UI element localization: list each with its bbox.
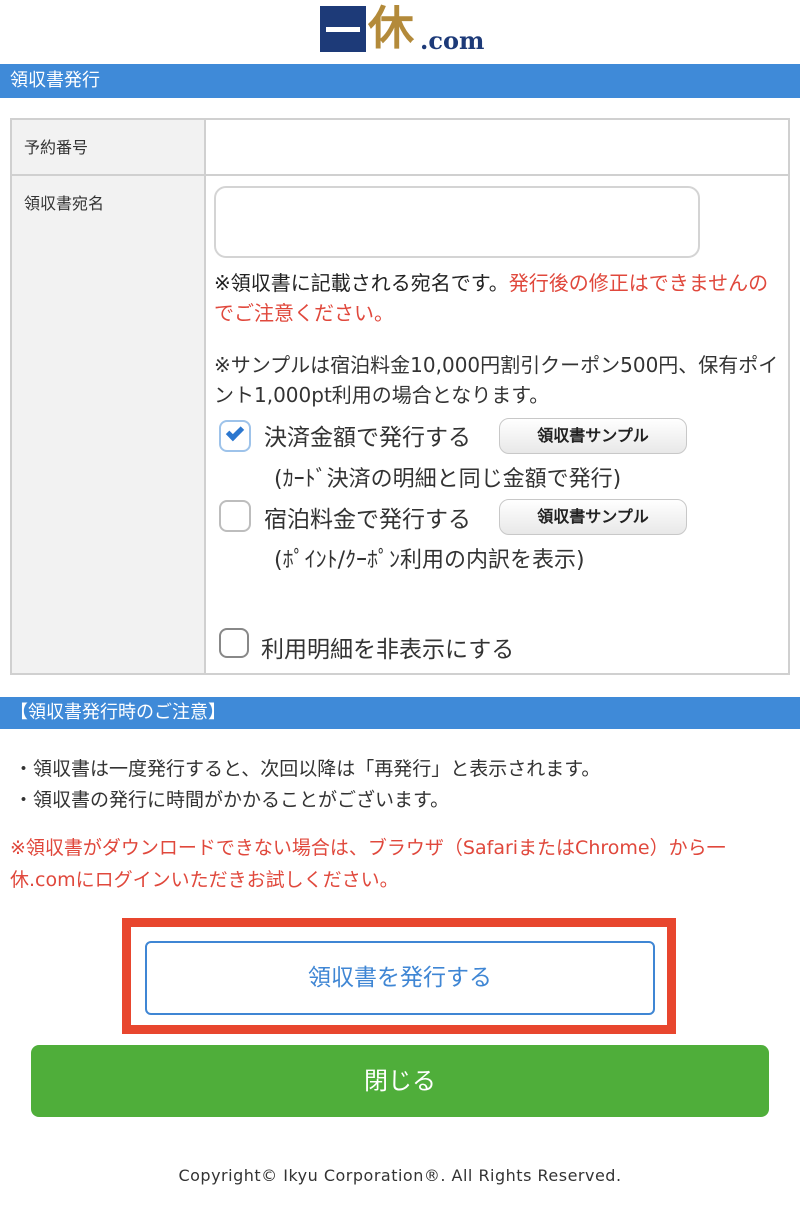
option-payment-amount-checkbox[interactable] xyxy=(219,420,251,452)
ikyu-logo: 休 .com xyxy=(320,1,490,56)
reservation-number-label: 予約番号 xyxy=(24,138,89,157)
sample-note: ※サンプルは宿泊料金10,000円割引クーポン500円、保有ポイント1,000p… xyxy=(214,353,779,407)
logo-suffix: .com xyxy=(420,26,485,55)
option-payment-amount-description: (ｶｰﾄﾞ決済の明細と同じ金額で発行) xyxy=(274,467,622,492)
addressee-note-text: ※領収書に記載される宛名です。 xyxy=(214,271,509,295)
receipt-sample-button-1[interactable]: 領収書サンプル xyxy=(499,418,687,454)
addressee-note: ※領収書に記載される宛名です。発行後の修正はできませんのでご注意ください。 xyxy=(214,268,784,328)
copyright-footer: Copyright© Ikyu Corporation®. All Rights… xyxy=(178,1166,622,1185)
logo-mark xyxy=(320,6,366,52)
option-payment-amount-label[interactable]: 決済金額で発行する xyxy=(264,418,471,452)
download-warning: ※領収書がダウンロードできない場合は、ブラウザ（SafariまたはChrome）… xyxy=(10,837,726,891)
note-item: ・領収書は一度発行すると、次回以降は「再発行」と表示されます。 xyxy=(14,758,601,780)
receipt-sample-button-2[interactable]: 領収書サンプル xyxy=(499,499,687,535)
section-header-notes: 【領収書発行時のご注意】 xyxy=(0,697,800,729)
option-room-charge-description: (ﾎﾟｲﾝﾄ/ｸｰﾎﾟﾝ利用の内訳を表示) xyxy=(274,548,585,573)
row-divider xyxy=(12,174,788,176)
hide-details-label[interactable]: 利用明細を非表示にする xyxy=(261,630,514,664)
logo-kanji: 休 xyxy=(368,1,414,55)
section-header-receipt-issue: 領収書発行 xyxy=(0,64,800,98)
close-button[interactable]: 閉じる xyxy=(31,1045,769,1117)
checkmark-icon xyxy=(225,422,245,442)
addressee-input[interactable] xyxy=(214,186,700,258)
option-room-charge-checkbox[interactable] xyxy=(219,500,251,532)
addressee-label: 領収書宛名 xyxy=(24,194,105,213)
hide-details-checkbox[interactable] xyxy=(219,628,249,658)
option-room-charge-label[interactable]: 宿泊料金で発行する xyxy=(264,500,471,534)
issue-receipt-button[interactable]: 領収書を発行する xyxy=(145,941,655,1015)
note-item: ・領収書の発行に時間がかかることがございます。 xyxy=(14,789,450,811)
